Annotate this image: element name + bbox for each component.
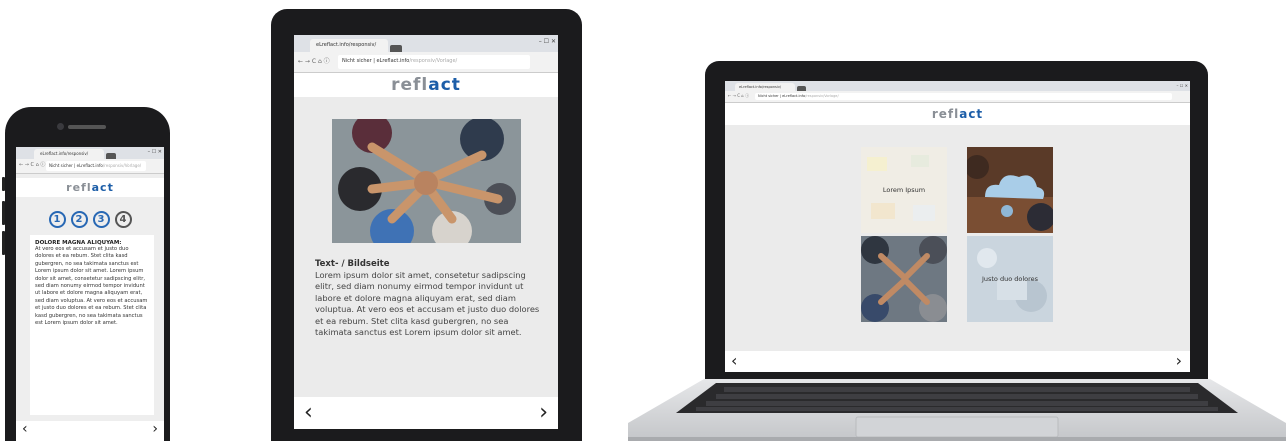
address-bar-row: ← → C ⌂ ⓘ Nicht sicher | eLreflact.info/… xyxy=(294,52,558,73)
address-bar[interactable]: Nicht sicher | eLreflact.info/responsiv/… xyxy=(338,55,530,70)
address-bar[interactable]: Nicht sicher | eLreflact.info/responsiv/… xyxy=(46,161,146,171)
address-bar-row: ← → C ⌂ ⓘ Nicht sicher | eLreflact.info/… xyxy=(16,159,164,174)
next-arrow-icon[interactable]: › xyxy=(1176,351,1182,370)
browser-tab[interactable]: eLreflact.info/responsiv/ xyxy=(735,82,795,91)
step-2-button[interactable]: 2 xyxy=(70,211,88,228)
page-nav: ‹ › xyxy=(294,397,558,429)
url-domain: eLreflact.info xyxy=(782,93,806,98)
address-bar-row: ← → C ⌂ ⓘ Nicht sicher | eLreflact.info/… xyxy=(725,90,1190,103)
security-label: Nicht sicher xyxy=(758,93,779,98)
laptop-base-illustration xyxy=(628,379,1286,441)
tab-bar: eLreflact.info/responsiv/ – ☐ ✕ xyxy=(16,147,164,160)
security-label: Nicht sicher xyxy=(49,163,73,169)
phone-volume-up xyxy=(2,201,5,225)
next-arrow-icon[interactable]: › xyxy=(152,421,158,437)
browser-chrome: eLreflact.info/responsiv/ – ☐ ✕ ← → C ⌂ … xyxy=(16,147,164,174)
security-label: Nicht sicher xyxy=(342,58,372,65)
phone-mute-switch xyxy=(2,177,5,191)
reflact-logo: reflact xyxy=(391,75,461,95)
phone-volume-down xyxy=(2,231,5,255)
url-domain: eLreflact.info xyxy=(376,58,410,65)
laptop-keyboard-base xyxy=(628,379,1286,441)
page-body-text: Lorem ipsum dolor sit amet, consetetur s… xyxy=(315,270,540,338)
url-domain: eLreflact.info xyxy=(76,163,103,169)
tablet-device: eLreflact.info/responsiv/ – ☐ ✕ ← → C ⌂ … xyxy=(271,9,582,441)
team-hands-photo xyxy=(332,119,521,243)
tab-bar: eLreflact.info/responsiv/ – ☐ ✕ xyxy=(294,35,558,53)
logo-bar: reflact xyxy=(725,103,1190,125)
prev-arrow-icon[interactable]: ‹ xyxy=(731,351,737,370)
tile-label: Justo duo dolores xyxy=(981,275,1039,283)
prev-arrow-icon[interactable]: ‹ xyxy=(22,421,28,437)
phone-speaker xyxy=(68,125,106,129)
browser-chrome: eLreflact.info/responsiv/ – ☐ ✕ ← → C ⌂ … xyxy=(294,35,558,73)
tile-team-photo[interactable] xyxy=(861,236,947,322)
reflact-logo: reflact xyxy=(16,178,164,197)
prev-arrow-icon[interactable]: ‹ xyxy=(304,400,313,425)
phone-screen: eLreflact.info/responsiv/ – ☐ ✕ ← → C ⌂ … xyxy=(16,147,164,441)
cloud-photo xyxy=(967,147,1053,233)
tile-cloud[interactable] xyxy=(967,147,1053,233)
browser-tab[interactable]: eLreflact.info/responsiv/ xyxy=(310,39,388,53)
phone-camera xyxy=(57,123,64,130)
tablet-screen: eLreflact.info/responsiv/ – ☐ ✕ ← → C ⌂ … xyxy=(294,35,558,429)
address-bar[interactable]: Nicht sicher | eLreflact.info/responsiv/… xyxy=(755,92,1172,101)
text-card: DOLORE MAGNA ALIQUYAM: At vero eos et ac… xyxy=(30,235,154,415)
page-nav: ‹ › xyxy=(725,351,1190,372)
tile-label: Lorem Ipsum xyxy=(882,186,926,194)
window-controls[interactable]: – ☐ ✕ xyxy=(148,147,162,157)
team-photo xyxy=(861,236,947,322)
tab-bar: eLreflact.info/responsiv/ – ☐ ✕ xyxy=(725,81,1190,91)
new-tab-button[interactable] xyxy=(390,45,402,53)
page-nav: ‹ › xyxy=(16,421,164,441)
next-arrow-icon[interactable]: › xyxy=(539,400,548,425)
phone-device: eLreflact.info/responsiv/ – ☐ ✕ ← → C ⌂ … xyxy=(2,107,170,441)
step-4-button[interactable]: 4 xyxy=(114,211,132,228)
window-controls[interactable]: – ☐ ✕ xyxy=(1177,81,1188,90)
photo-illustration xyxy=(332,119,521,243)
url-path: /responsiv/Vorlage/ xyxy=(409,58,458,65)
window-controls[interactable]: – ☐ ✕ xyxy=(539,35,556,49)
laptop-screen: eLreflact.info/responsiv/ – ☐ ✕ ← → C ⌂ … xyxy=(725,81,1190,372)
tile-justo-duo-dolores[interactable]: Justo duo dolores xyxy=(967,236,1053,322)
step-1-button[interactable]: 1 xyxy=(48,211,66,228)
logo-bar: reflact xyxy=(294,73,558,97)
url-path: /responsiv/Vorlage/ xyxy=(102,163,142,169)
step-indicator: 1 2 3 4 xyxy=(16,211,164,228)
browser-tab[interactable]: eLreflact.info/responsiv/ xyxy=(34,149,104,160)
laptop-device: eLreflact.info/responsiv/ – ☐ ✕ ← → C ⌂ … xyxy=(705,61,1208,379)
browser-chrome: eLreflact.info/responsiv/ – ☐ ✕ ← → C ⌂ … xyxy=(725,81,1190,103)
card-body: At vero eos et accusam et justo duo dolo… xyxy=(35,246,148,327)
step-3-button[interactable]: 3 xyxy=(92,211,110,228)
tile-lorem-ipsum[interactable]: Lorem Ipsum xyxy=(861,147,947,233)
reflact-logo: reflact xyxy=(931,107,984,121)
page-title: Text- / Bildseite xyxy=(315,259,390,269)
nav-buttons[interactable]: ← → C ⌂ ⓘ xyxy=(728,93,749,99)
nav-buttons[interactable]: ← → C ⌂ ⓘ xyxy=(19,161,45,168)
url-path: /responsiv/Vorlage/ xyxy=(805,93,839,98)
nav-buttons[interactable]: ← → C ⌂ ⓘ xyxy=(298,56,330,65)
